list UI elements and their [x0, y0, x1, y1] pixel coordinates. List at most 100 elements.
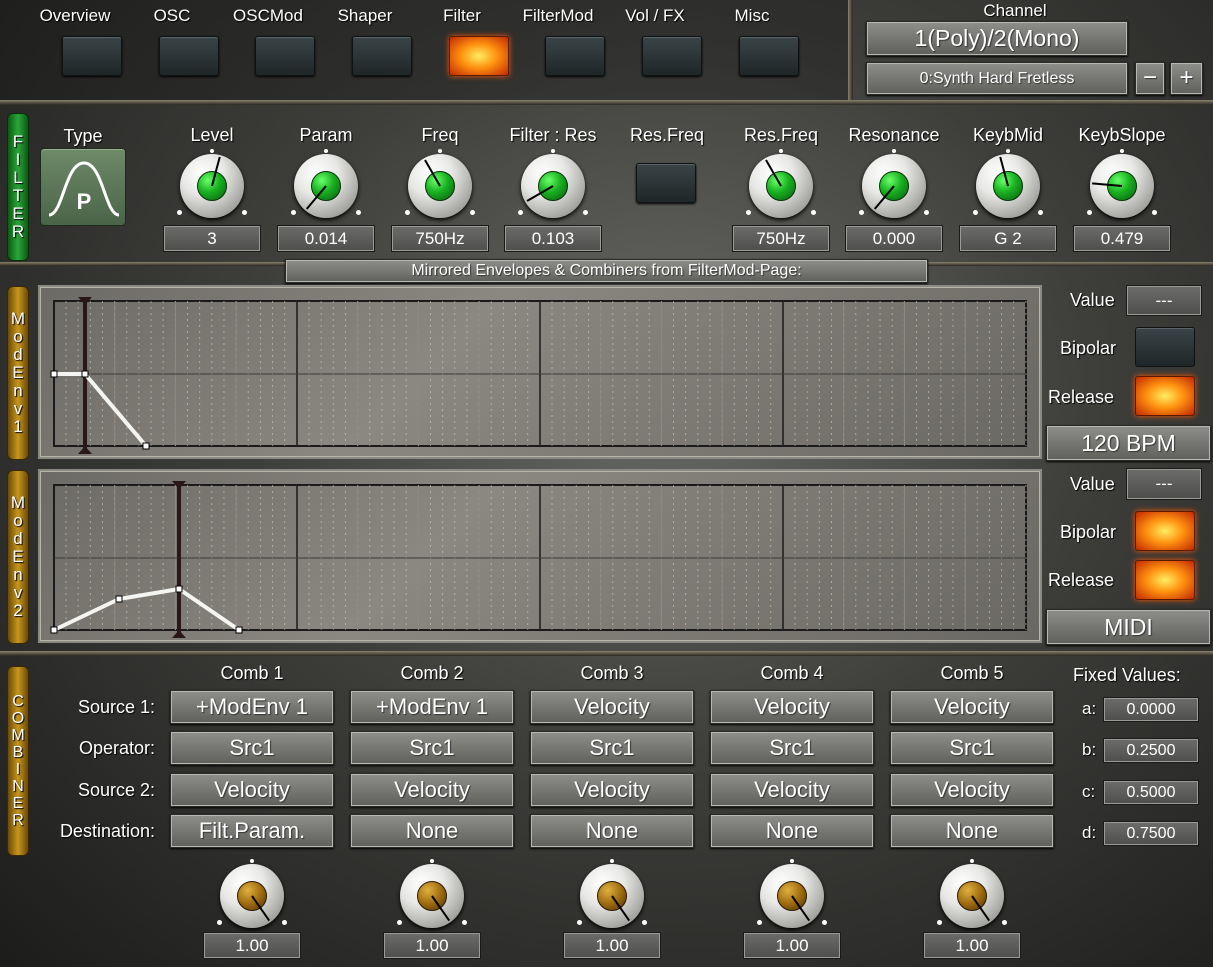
fixed-value-a[interactable]: 0.0000	[1103, 697, 1199, 722]
env2-sync-display[interactable]: MIDI	[1046, 609, 1211, 645]
filter-param-knob[interactable]	[294, 154, 358, 218]
fixed-value-label: b:	[1082, 740, 1097, 759]
filter-type-glyph: P	[76, 189, 92, 214]
nav-button-filter[interactable]	[449, 36, 509, 76]
comb-4-source1-select[interactable]: Velocity	[710, 690, 874, 724]
comb-4-amount-knob[interactable]	[760, 864, 824, 928]
fixed-value-label: c:	[1082, 782, 1096, 801]
mod-env-2-editor[interactable]	[38, 469, 1042, 643]
comb-1-destination-select[interactable]: Filt.Param.	[170, 814, 334, 848]
knob-center-dot	[324, 149, 328, 153]
comb-1-amount-value[interactable]: 1.00	[203, 932, 301, 959]
filter-keybmid-knob[interactable]	[976, 154, 1040, 218]
nav-button-oscmod[interactable]	[255, 36, 315, 76]
comb-4-amount-value[interactable]: 1.00	[743, 932, 841, 959]
preset-display[interactable]: 0:Synth Hard Fretless	[866, 62, 1128, 95]
filter-level-knob[interactable]	[180, 154, 244, 218]
knob-min-dot	[177, 210, 182, 215]
fixed-value-b[interactable]: 0.2500	[1103, 738, 1199, 763]
tab-letter: E	[12, 363, 24, 382]
env1-bipolar-toggle[interactable]	[1135, 327, 1195, 367]
preset-next-button[interactable]: +	[1170, 62, 1203, 95]
comb-2-destination-select[interactable]: None	[350, 814, 514, 848]
filter-freq-value[interactable]: 750Hz	[391, 225, 489, 252]
nav-button-volfx[interactable]	[642, 36, 702, 76]
comb-1-source2-select[interactable]: Velocity	[170, 773, 334, 807]
comb-5-operator-select[interactable]: Src1	[890, 731, 1054, 765]
env2-bipolar-toggle[interactable]	[1135, 511, 1195, 551]
filter-resfreq-toggle[interactable]	[636, 163, 696, 203]
env1-sync-display[interactable]: 120 BPM	[1046, 425, 1211, 461]
filter-resfreq-knob[interactable]	[749, 154, 813, 218]
comb-title: Comb 4	[760, 663, 824, 683]
nav-button-osc[interactable]	[159, 36, 219, 76]
filter-resonance-value[interactable]: 0.000	[845, 225, 943, 252]
combiner-row-label: Source 2:	[77, 780, 155, 800]
knob-max-dot	[356, 210, 361, 215]
comb-3-amount-knob[interactable]	[580, 864, 644, 928]
filter-filterres-knob[interactable]	[521, 154, 585, 218]
fixed-values-title: Fixed Values:	[1073, 665, 1181, 685]
comb-5-source2-select[interactable]: Velocity	[890, 773, 1054, 807]
comb-3-source2-select[interactable]: Velocity	[530, 773, 694, 807]
comb-2-source1-select[interactable]: +ModEnv 1	[350, 690, 514, 724]
filter-keybslope-value[interactable]: 0.479	[1073, 225, 1171, 252]
comb-2-source2-select[interactable]: Velocity	[350, 773, 514, 807]
comb-5-destination-select[interactable]: None	[890, 814, 1054, 848]
filter-filterres-value[interactable]: 0.103	[504, 225, 602, 252]
filter-type-label: Type	[63, 126, 103, 146]
filter-freq-knob[interactable]	[408, 154, 472, 218]
comb-1-source1-select[interactable]: +ModEnv 1	[170, 690, 334, 724]
comb-4-source2-select[interactable]: Velocity	[710, 773, 874, 807]
nav-button-filtermod[interactable]	[545, 36, 605, 76]
knob-max-dot	[924, 210, 929, 215]
env1-release-toggle[interactable]	[1135, 376, 1195, 416]
comb-5-amount-value[interactable]: 1.00	[923, 932, 1021, 959]
fixed-value-c[interactable]: 0.5000	[1103, 780, 1199, 805]
filter-resfreq-value[interactable]: 750Hz	[732, 225, 830, 252]
knob-max-dot	[583, 210, 588, 215]
comb-2-amount-value[interactable]: 1.00	[383, 932, 481, 959]
filter-level-value[interactable]: 3	[163, 225, 261, 252]
comb-3-operator-select[interactable]: Src1	[530, 731, 694, 765]
filter-param-value[interactable]: 0.014	[277, 225, 375, 252]
comb-2-operator-select[interactable]: Src1	[350, 731, 514, 765]
knob-min-dot	[757, 920, 762, 925]
comb-2-amount-knob[interactable]	[400, 864, 464, 928]
section-divider	[0, 651, 1213, 656]
knob-cap	[993, 171, 1023, 201]
comb-5-amount-knob[interactable]	[940, 864, 1004, 928]
filter-keybmid-value[interactable]: G 2	[959, 225, 1057, 252]
mod-env-1-editor[interactable]	[38, 285, 1042, 459]
comb-3-source1-select[interactable]: Velocity	[530, 690, 694, 724]
comb-1-amount-knob[interactable]	[220, 864, 284, 928]
filter-keybslope-knob[interactable]	[1090, 154, 1154, 218]
nav-label-3: Shaper	[337, 6, 393, 25]
tab-letter: I	[15, 150, 21, 169]
nav-button-overview[interactable]	[62, 36, 122, 76]
knob-max-dot	[1002, 920, 1007, 925]
nav-button-misc[interactable]	[739, 36, 799, 76]
preset-prev-button[interactable]: −	[1135, 62, 1165, 95]
filter-resonance-knob[interactable]	[862, 154, 926, 218]
env1-value-label: Value	[1070, 290, 1115, 310]
filter-control-label: Param	[299, 125, 353, 145]
tab-letter: L	[13, 168, 23, 187]
channel-mode-display[interactable]: 1(Poly)/2(Mono)	[866, 21, 1128, 56]
env1-release-label: Release	[1048, 387, 1115, 407]
nav-button-shaper[interactable]	[352, 36, 412, 76]
comb-4-operator-select[interactable]: Src1	[710, 731, 874, 765]
mod-env-2-graph[interactable]	[40, 471, 1040, 641]
nav-label-4: Filter	[443, 6, 481, 25]
filter-type-button[interactable]: P	[40, 148, 126, 226]
fixed-value-d[interactable]: 0.7500	[1103, 821, 1199, 846]
comb-1-operator-select[interactable]: Src1	[170, 731, 334, 765]
comb-3-destination-select[interactable]: None	[530, 814, 694, 848]
mod-env-1-graph[interactable]	[40, 287, 1040, 457]
comb-4-destination-select[interactable]: None	[710, 814, 874, 848]
env2-value-label: Value	[1070, 474, 1115, 494]
comb-5-source1-select[interactable]: Velocity	[890, 690, 1054, 724]
comb-3-amount-value[interactable]: 1.00	[563, 932, 661, 959]
tab-letter: 2	[13, 601, 23, 620]
env2-release-toggle[interactable]	[1135, 560, 1195, 600]
